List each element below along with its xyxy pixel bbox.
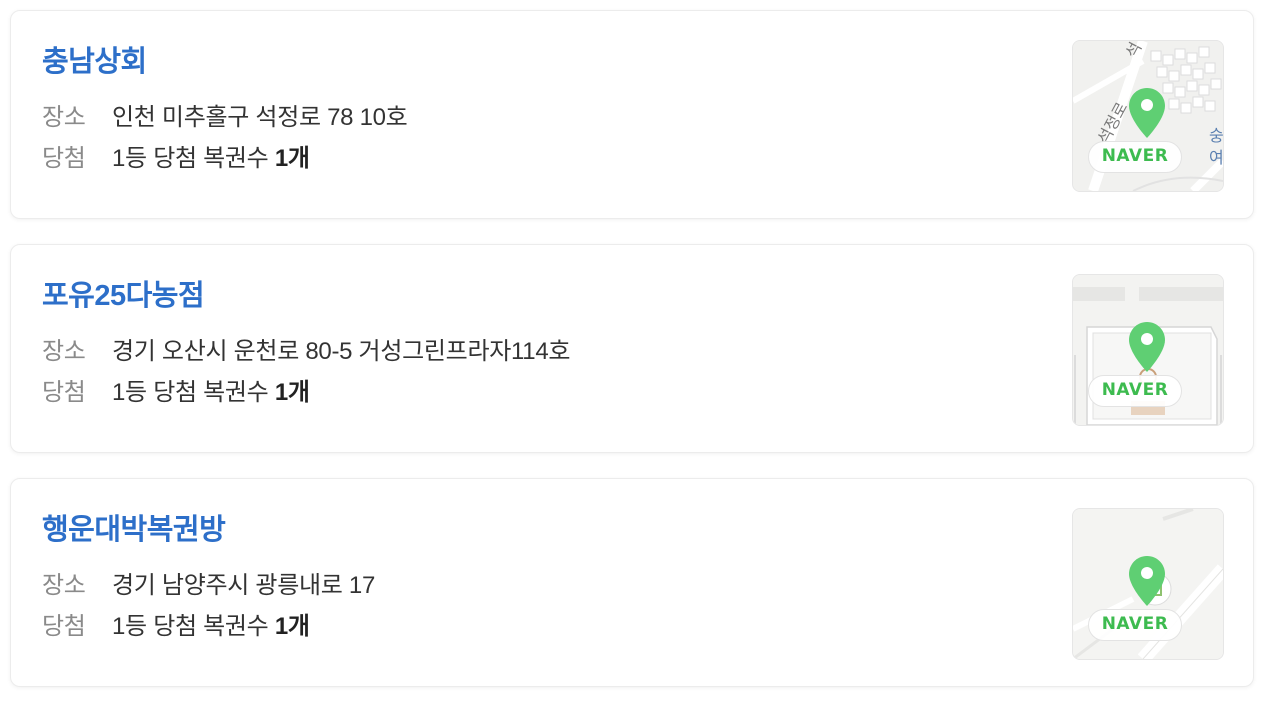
winning-text: 1등 당첨 복권수 [112,613,275,640]
store-name[interactable]: 포유25다농점 [42,272,205,314]
map-thumbnail[interactable]: NAVER [1072,274,1224,426]
location-label: 장소 [42,104,86,131]
winning-count: 1개 [274,613,310,640]
winning-count: 1개 [274,145,310,172]
location-label: 장소 [42,338,86,365]
winning-label: 당첨 [42,145,86,172]
map-pin-icon [1129,556,1165,606]
winning-text: 1등 당첨 복권수 [112,145,275,172]
store-card[interactable]: 포유25다농점 장소 경기 오산시 운천로 80-5 거성그린프라자114호 당첨… [10,244,1254,453]
store-location-row: 장소 인천 미추홀구 석정로 78 10호 [42,97,408,132]
winning-label: 당첨 [42,613,86,640]
location-label: 장소 [42,572,86,599]
map-area-label: 여 [1209,148,1223,167]
store-name[interactable]: 행운대박복권방 [42,506,226,548]
naver-map-badge: NAVER [1088,141,1182,173]
naver-map-badge: NAVER [1088,375,1182,407]
store-winning-row: 당첨 1등 당첨 복권수 1개 [42,138,310,173]
map-thumbnail[interactable]: NAVER [1072,508,1224,660]
map-pin-icon [1129,322,1165,372]
store-address: 인천 미추홀구 석정로 78 10호 [112,104,408,131]
map-pin-icon [1129,88,1165,138]
store-address: 경기 남양주시 광릉내로 17 [112,572,375,599]
store-winning-row: 당첨 1등 당첨 복권수 1개 [42,372,310,407]
map-area-label: 숭 [1209,126,1223,145]
winning-text: 1등 당첨 복권수 [112,379,275,406]
winning-label: 당첨 [42,379,86,406]
store-name[interactable]: 충남상회 [42,38,147,80]
store-winning-row: 당첨 1등 당첨 복권수 1개 [42,606,310,641]
map-thumbnail[interactable]: 석정로 석 숭 여 NAVER [1072,40,1224,192]
store-address: 경기 오산시 운천로 80-5 거성그린프라자114호 [112,338,571,365]
lottery-store-list: 충남상회 장소 인천 미추홀구 석정로 78 10호 당첨 1등 당첨 복권수 1개 [0,0,1262,702]
winning-count: 1개 [274,379,310,406]
store-card[interactable]: 행운대박복권방 장소 경기 남양주시 광릉내로 17 당첨 1등 당첨 복권수 1개 [10,478,1254,687]
store-card[interactable]: 충남상회 장소 인천 미추홀구 석정로 78 10호 당첨 1등 당첨 복권수 1개 [10,10,1254,219]
naver-map-badge: NAVER [1088,609,1182,641]
store-location-row: 장소 경기 남양주시 광릉내로 17 [42,565,375,600]
store-location-row: 장소 경기 오산시 운천로 80-5 거성그린프라자114호 [42,331,570,366]
